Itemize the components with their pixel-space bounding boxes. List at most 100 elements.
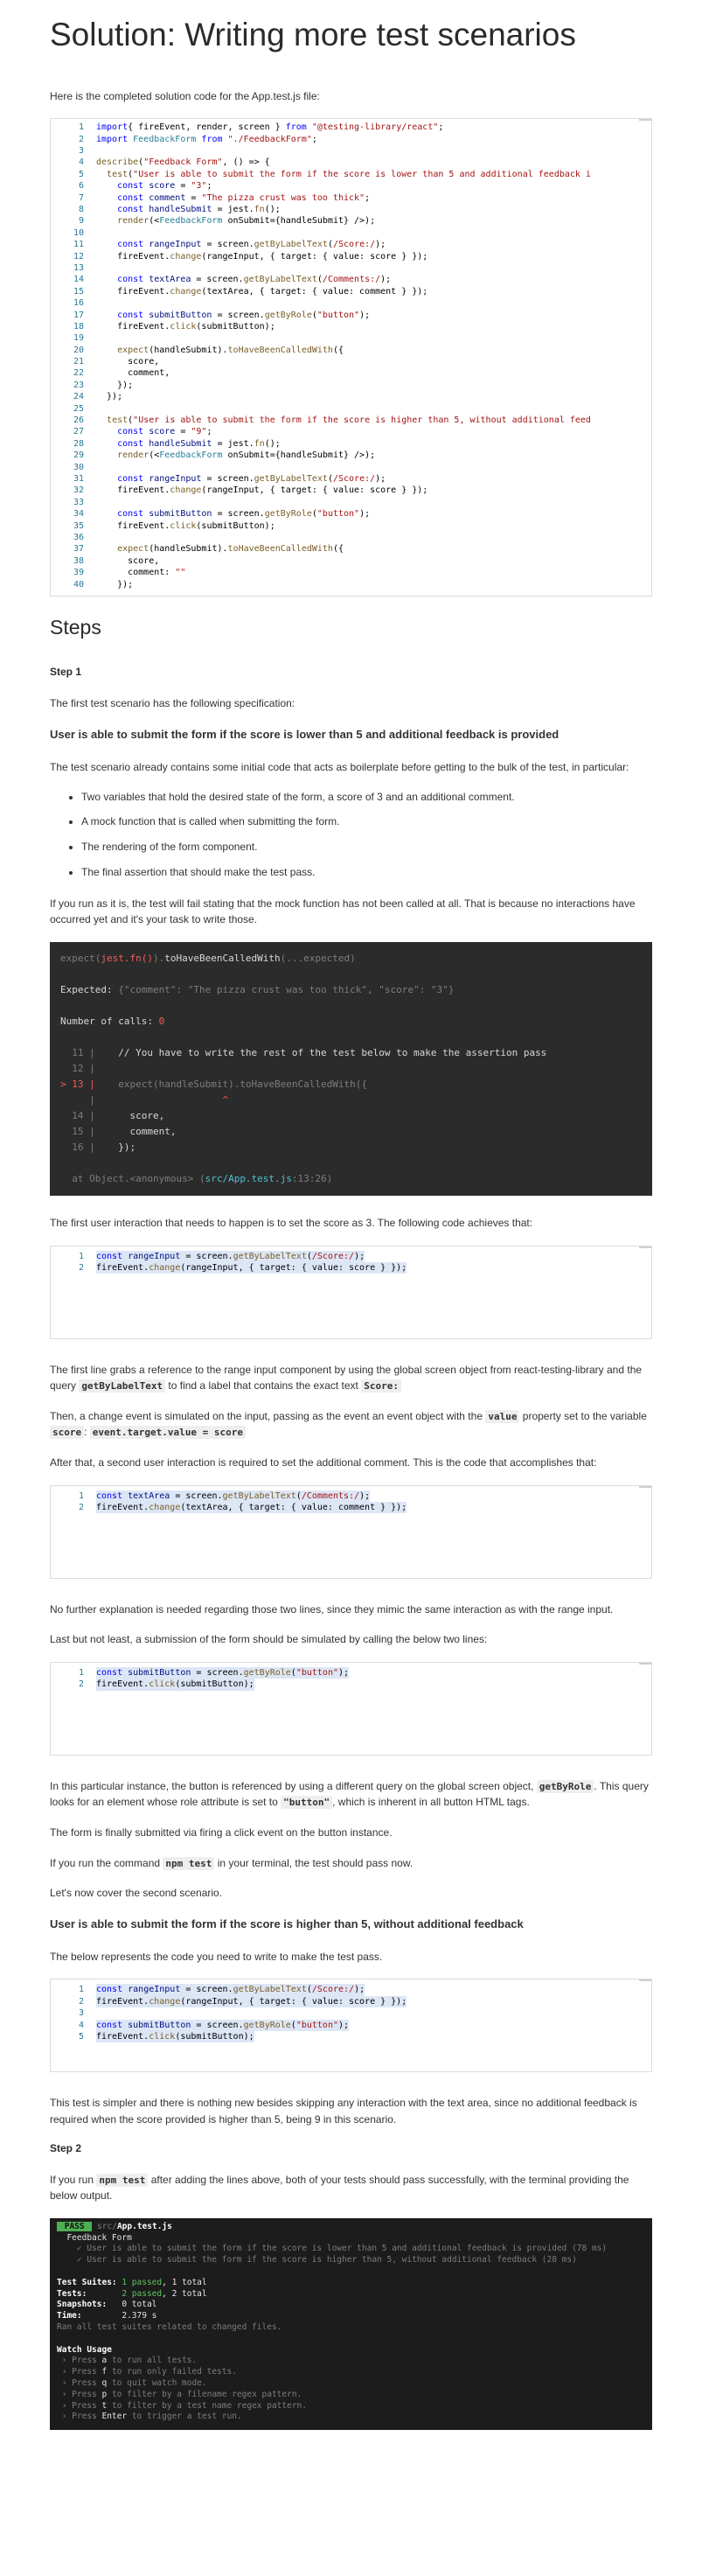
line-number: 5 [78,169,84,179]
simpler-text: This test is simpler and there is nothin… [50,2097,637,2126]
code-line: 1 import{ fireEvent, render, screen } fro… [51,122,651,133]
code-text: }); [96,579,134,590]
inline-code: value [485,1409,520,1423]
code-editor-submit[interactable]: 1 const submitButton = screen.getByRole("… [50,1661,652,1756]
code-text: const rangeInput = screen.getByLabelText… [96,240,386,250]
code-line: 2 fireEvent.click(submitButton); [51,1679,651,1691]
code-line: 1 const textArea = screen.getByLabelText(… [51,1490,651,1502]
spec1: User is able to submit the form if the s… [50,727,560,741]
line-number: 18 [73,321,84,332]
terminal-line: ✓ User is able to submit the form if the… [57,2244,608,2254]
code-text: }); [96,380,134,390]
code-editor-scenario2[interactable]: 1 const rangeInput = screen.getByLabelTex… [50,1979,652,2073]
code-line: 19 [51,332,651,344]
step2-text: If you run npm test after adding the lin… [50,2173,629,2203]
code-text: const submitButton = screen.getByRole("b… [96,310,371,320]
line-number: 13 [73,262,84,273]
line-number: 10 [73,227,84,238]
line-number: 12 [73,251,84,262]
code-line: 3 [51,2007,651,2019]
code-line: 1 const submitButton = screen.getByRole("… [51,1666,651,1679]
line-number: 2 [78,134,84,144]
code-line: 29 render(<FeedbackForm onSubmit={handle… [51,450,651,461]
terminal-line: | ^ [60,1093,229,1106]
line-number: 26 [73,415,84,426]
code-line: 24 }); [51,391,651,402]
terminal-line: Tests: 2 passed, 2 total [57,2288,207,2299]
line-number: 1 [78,1985,84,1995]
code-line: 31 const rangeInput = screen.getByLabelT… [51,473,651,485]
line-number: 7 [78,192,84,203]
spec2: User is able to submit the form if the s… [50,1916,524,1930]
terminal-line: > 13 | expect(handleSubmit).toHaveBeenCa… [60,1078,368,1090]
code-text: expect(handleSubmit).toHaveBeenCalledWit… [117,345,344,355]
code-text: const comment = "The pizza crust was too… [96,192,371,203]
terminal-line: PASS src/App.test.js [57,2221,645,2233]
code-text: fireEvent.change(rangeInput, { target: {… [96,1995,407,2008]
scrollbar[interactable] [639,1979,651,1982]
code-text: const textArea = screen.getByLabelText(/… [96,1490,371,1502]
code-text: fireEvent.change(rangeInput, { target: {… [96,485,428,496]
line-number: 25 [73,403,84,414]
terminal-line: 15 | comment, [60,1125,177,1137]
line-number: 3 [78,2008,84,2019]
terminal-line: expect(jest.fn()).toHaveBeenCalledWith(.… [60,952,356,964]
code-text: fireEvent.click(submitButton); [96,1679,254,1691]
code-text: fireEvent.change(textArea, { target: { v… [96,1501,407,1514]
code-text: fireEvent.change(rangeInput, { target: {… [96,251,428,262]
line-number: 2 [78,1679,84,1690]
code-line: 7 const comment = "The pizza crust was t… [51,192,651,204]
code-line: 27 const score = "9"; [51,426,651,437]
terminal-line: Time: 2.379 s [57,2311,157,2321]
terminal-line: 14 | score, [60,1109,165,1121]
main-code-editor[interactable]: 1 import{ fireEvent, render, screen } fro… [50,118,652,597]
code-text: const rangeInput = screen.getByLabelText… [96,1984,365,1996]
scrollbar[interactable] [639,1662,651,1665]
inline-code: getByRole [536,1779,594,1793]
code-editor-score[interactable]: 1 const rangeInput = screen.getByLabelTex… [50,1245,652,1339]
code-line: 2 fireEvent.change(textArea, { target: { … [51,1501,651,1514]
code-text: const submitButton = screen.getByRole("b… [96,2019,350,2031]
code-line: 5 fireEvent.click(submitButton); [51,2031,651,2043]
line-number: 16 [73,298,84,309]
code-line: 40 }); [51,579,651,590]
code-editor-comment[interactable]: 1 const textArea = screen.getByLabelText(… [50,1484,652,1579]
code-line: 21 score, [51,356,651,367]
terminal-line: Expected: {"comment": "The pizza crust w… [60,983,455,995]
terminal-line: at Object.<anonymous> (src/App.test.js:1… [60,1172,333,1184]
line-number: 17 [73,310,84,320]
line-number: 1 [78,122,84,133]
terminal-line: › Press Enter to trigger a test run. [57,2412,242,2422]
scrollbar[interactable] [639,119,651,122]
code-line: 30 [51,462,651,473]
scrollbar[interactable] [639,1485,651,1488]
code-text: const submitButton = screen.getByRole("b… [96,1666,350,1679]
error-terminal: expect(jest.fn()).toHaveBeenCalledWith(.… [50,941,652,1196]
line-number: 22 [73,368,84,379]
code-line: 25 [51,403,651,415]
scrollbar[interactable] [639,1246,651,1248]
code-line: 10 [51,227,651,239]
lets-now-text: Let's now cover the second scenario. [50,1887,223,1900]
if-run-text: If you run the command npm test in your … [50,1856,414,1870]
code-text: render(<FeedbackForm onSubmit={handleSub… [117,216,376,227]
code-line: 2 fireEvent.change(rangeInput, { target: … [51,1261,651,1274]
list-item: The final assertion that should make the… [81,865,652,880]
line-number: 36 [73,532,84,542]
code-text: score, [96,357,160,367]
code-line: 2 import FeedbackForm from "./FeedbackFor… [51,134,651,145]
code-line: 17 const submitButton = screen.getByRole… [51,310,651,321]
line-number: 4 [78,2020,84,2030]
line-number: 34 [73,509,84,520]
code-line: 14 const textArea = screen.getByLabelTex… [51,274,651,285]
code-text: fireEvent.change(rangeInput, { target: {… [96,1261,407,1274]
line-number: 5 [78,2032,84,2042]
code-line: 2 fireEvent.change(rangeInput, { target: … [51,1995,651,2008]
terminal-line: › Press q to quit watch mode. [57,2377,207,2388]
inline-code: getByLabelText [79,1379,166,1393]
code-text: const rangeInput = screen.getByLabelText… [96,474,386,484]
code-line: 4 describe("Feedback Form", () => { [51,157,651,168]
terminal-line: › Press f to run only failed tests. [57,2367,237,2377]
inline-code: npm test [96,2173,149,2187]
code-line: 37 expect(handleSubmit).toHaveBeenCalled… [51,543,651,555]
